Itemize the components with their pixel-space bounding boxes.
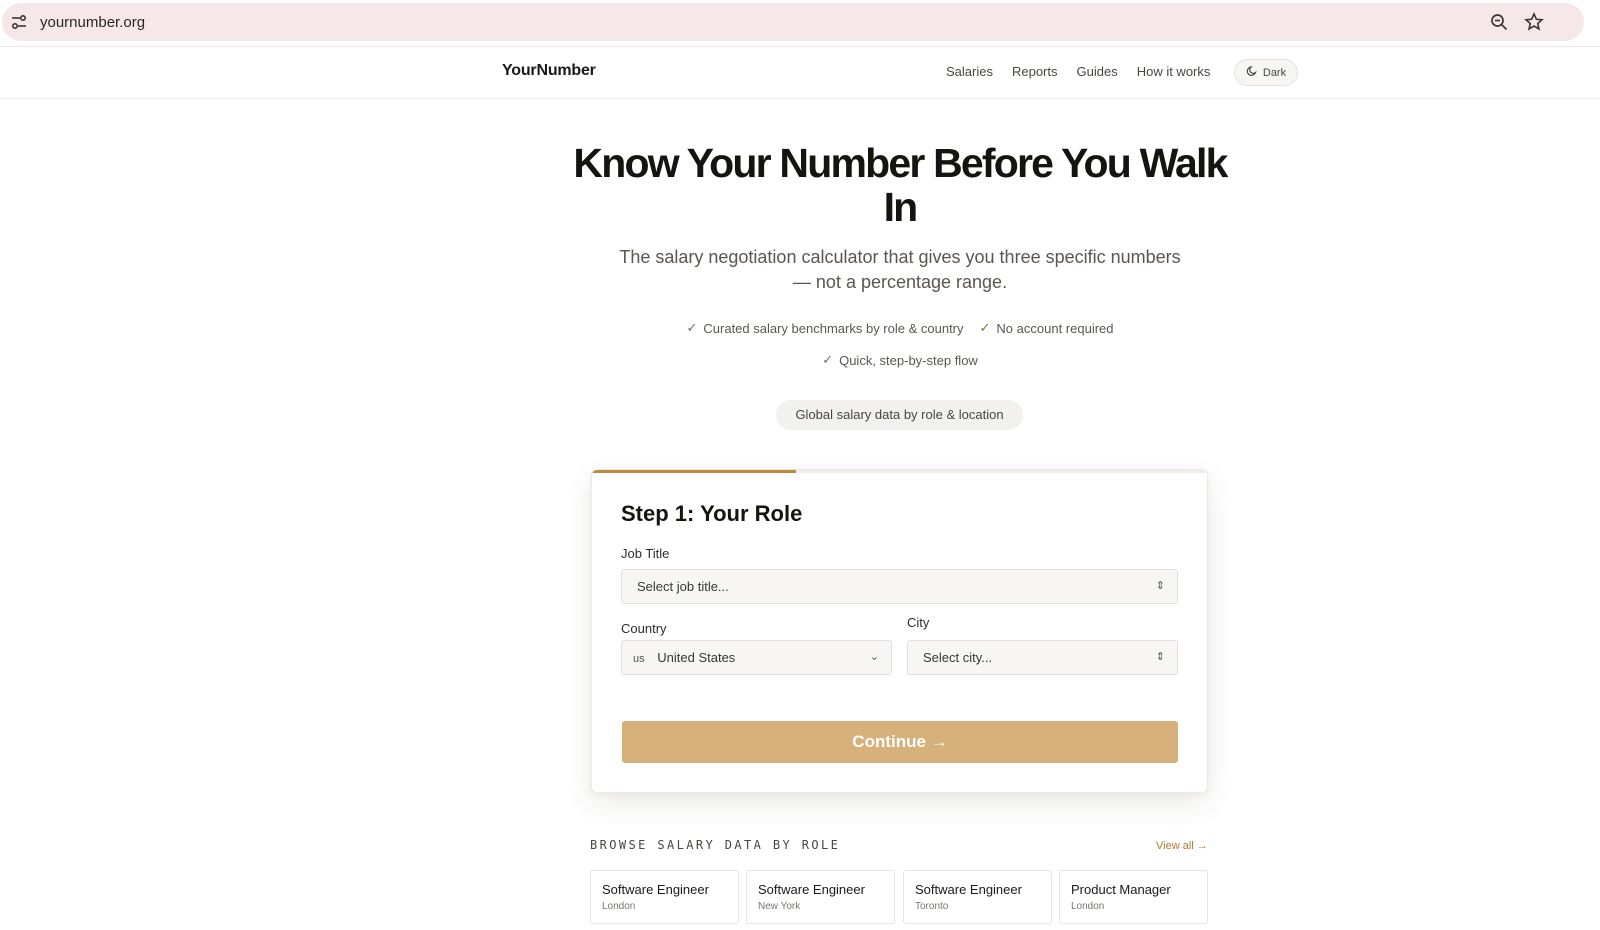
continue-button[interactable]: Continue → [622, 721, 1178, 763]
role-card[interactable]: Product Manager London [1059, 870, 1208, 924]
browse-section-title: BROWSE SALARY DATA BY ROLE [590, 838, 841, 852]
feature-item: ✓ Quick, step-by-step flow [822, 352, 978, 368]
country-label: Country [621, 621, 667, 636]
role-title: Software Engineer [758, 882, 865, 897]
feature-item: ✓ No account required [979, 320, 1114, 336]
hero-title: Know Your Number Before You Walk In [573, 140, 1228, 230]
updown-chevron-icon: ⇕ [1155, 651, 1165, 663]
calculator-card: Step 1: Your Role Job Title Select job t… [591, 469, 1208, 793]
nav-guides[interactable]: Guides [1077, 64, 1118, 79]
city-placeholder: Select city... [923, 650, 993, 665]
role-city: Toronto [915, 901, 949, 912]
main-nav: Salaries Reports Guides How it works [946, 64, 1229, 79]
site-info-icon[interactable] [10, 13, 28, 31]
role-card[interactable]: Software Engineer Toronto [903, 870, 1052, 924]
nav-salaries[interactable]: Salaries [946, 64, 993, 79]
country-select[interactable]: us United States ⌄ [621, 640, 892, 675]
role-title: Software Engineer [602, 882, 709, 897]
moon-icon [1246, 65, 1258, 80]
dark-mode-label: Dark [1262, 66, 1287, 79]
nav-how-it-works[interactable]: How it works [1137, 64, 1211, 79]
role-title: Software Engineer [915, 882, 1022, 897]
updown-chevron-icon: ⇕ [1155, 580, 1165, 592]
job-title-placeholder: Select job title... [637, 579, 729, 594]
zoom-icon[interactable] [1490, 13, 1508, 31]
checkmark-icon: ✓ [979, 320, 991, 335]
city-label: City [907, 615, 930, 630]
chevron-down-icon: ⌄ [869, 651, 879, 663]
role-city: London [602, 901, 636, 912]
view-all-link[interactable]: View all → [1156, 840, 1208, 852]
country-code: us [633, 653, 645, 665]
job-title-label: Job Title [621, 546, 670, 561]
role-card[interactable]: Software Engineer New York [746, 870, 895, 924]
progress-fill [592, 470, 796, 473]
city-select[interactable]: Select city... ⇕ [907, 640, 1178, 675]
checkmark-icon: ✓ [686, 320, 698, 335]
role-card[interactable]: Software Engineer London [590, 870, 739, 924]
checkmark-icon: ✓ [822, 352, 834, 367]
feature-list: ✓ Curated salary benchmarks by role & co… [560, 320, 1240, 384]
site-header: YourNumber Salaries Reports Guides How i… [0, 47, 1600, 99]
progress-bar [592, 470, 1207, 473]
logo[interactable]: YourNumber [502, 62, 596, 80]
address-bar[interactable]: yournumber.org [2, 3, 1584, 41]
hero-subtitle: The salary negotiation calculator that g… [619, 247, 1181, 292]
role-city: London [1071, 901, 1105, 912]
dark-mode-toggle[interactable]: Dark [1234, 59, 1298, 86]
browser-toolbar: yournumber.org [0, 0, 1600, 47]
feature-item: ✓ Curated salary benchmarks by role & co… [686, 320, 964, 336]
role-city: New York [758, 901, 801, 912]
data-badge: Global salary data by role & location [776, 400, 1023, 430]
step-title: Step 1: Your Role [621, 501, 803, 526]
url-text[interactable]: yournumber.org [40, 14, 145, 31]
country-value: United States [657, 650, 736, 665]
bookmark-star-icon[interactable] [1524, 12, 1544, 32]
nav-reports[interactable]: Reports [1012, 64, 1058, 79]
job-title-select[interactable]: Select job title... ⇕ [621, 569, 1178, 604]
role-title: Product Manager [1071, 882, 1171, 897]
